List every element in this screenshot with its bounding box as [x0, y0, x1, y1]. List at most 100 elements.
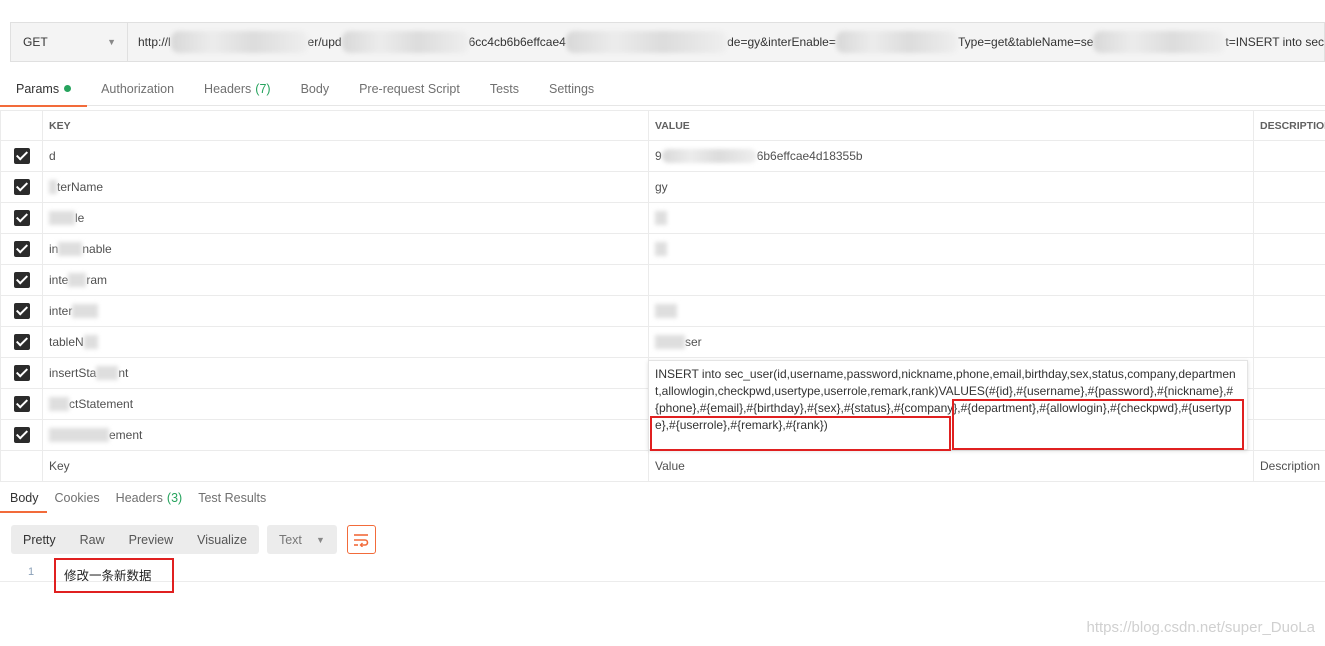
param-key: ement — [109, 427, 143, 442]
value-column-header: VALUE — [648, 110, 1254, 141]
redaction-blur — [565, 31, 728, 53]
tab-response-body[interactable]: Body — [0, 484, 46, 513]
param-row: tableN ser — [0, 326, 1325, 358]
param-description-cell[interactable] — [1253, 357, 1325, 389]
param-row: inte ram — [0, 264, 1325, 296]
redaction-blur — [49, 180, 57, 195]
redaction-blur — [661, 149, 757, 164]
param-key: le — [75, 210, 85, 225]
param-key-cell[interactable]: inter — [42, 295, 649, 327]
param-value-cell[interactable] — [648, 295, 1254, 327]
param-key: terName — [57, 179, 104, 194]
param-key-cell[interactable]: insertSta nt — [42, 357, 649, 389]
param-description-cell[interactable] — [1253, 171, 1325, 203]
checkbox-checked-icon[interactable] — [13, 334, 30, 350]
url-input[interactable]: http://l er/upd 6cc4cb6b6effcae4 de=gy&i… — [128, 23, 1324, 61]
param-row: inter — [0, 295, 1325, 327]
tab-pre-request-script[interactable]: Pre-request Script — [359, 72, 460, 106]
param-value-cell[interactable]: 9 6b6effcae4d18355b — [648, 140, 1254, 172]
tab-cookies[interactable]: Cookies — [55, 484, 100, 512]
param-description-cell[interactable] — [1253, 326, 1325, 358]
redaction-blur — [655, 304, 677, 319]
tab-response-headers[interactable]: Headers (3) — [116, 484, 183, 512]
param-value-cell[interactable] — [648, 264, 1254, 296]
checkbox-checked-icon[interactable] — [13, 365, 30, 381]
params-header-row: KEY VALUE DESCRIPTION — [0, 110, 1325, 141]
tab-count: (3) — [166, 491, 183, 505]
checkbox-checked-icon[interactable] — [13, 210, 30, 226]
param-key-cell[interactable]: in nable — [42, 233, 649, 265]
url-part: er/upd — [307, 35, 342, 49]
view-mode-group: Pretty Raw Preview Visualize — [11, 525, 259, 554]
param-value: 9 — [655, 148, 662, 163]
checkbox-checked-icon[interactable] — [13, 272, 30, 288]
param-description-cell[interactable] — [1253, 140, 1325, 172]
method-select[interactable]: GET ▼ — [11, 23, 128, 61]
checkbox-checked-icon[interactable] — [13, 148, 30, 164]
param-key-cell[interactable]: d — [42, 140, 649, 172]
tab-authorization[interactable]: Authorization — [101, 72, 174, 106]
param-description-cell[interactable] — [1253, 264, 1325, 296]
view-raw-button[interactable]: Raw — [68, 525, 117, 554]
url-part: Type=get&tableName=se — [958, 35, 1094, 49]
param-new-row: Key Value Description — [0, 450, 1325, 482]
tab-settings[interactable]: Settings — [549, 72, 594, 106]
tab-tests[interactable]: Tests — [490, 72, 519, 106]
wrap-lines-button[interactable] — [346, 525, 376, 554]
redaction-blur — [655, 211, 667, 226]
tab-test-results[interactable]: Test Results — [198, 484, 266, 512]
param-description-cell[interactable] — [1253, 202, 1325, 234]
tab-params[interactable]: Params — [0, 72, 88, 107]
view-preview-button[interactable]: Preview — [117, 525, 185, 554]
param-key: in — [49, 241, 59, 256]
param-row: in nable — [0, 233, 1325, 265]
param-key-cell[interactable]: tableN — [42, 326, 649, 358]
param-description-cell[interactable] — [1253, 419, 1325, 451]
param-description-cell[interactable] — [1253, 295, 1325, 327]
checkbox-checked-icon[interactable] — [13, 241, 30, 257]
checkbox-checked-icon[interactable] — [13, 427, 30, 443]
param-value: 6b6effcae4d18355b — [756, 148, 863, 163]
param-description-cell[interactable] — [1253, 388, 1325, 420]
param-row: d 9 6b6effcae4d18355b — [0, 140, 1325, 172]
new-description-input[interactable]: Description — [1253, 450, 1325, 482]
checkbox-checked-icon[interactable] — [13, 303, 30, 319]
tab-label: Body — [300, 81, 330, 96]
param-key-cell[interactable]: terName — [42, 171, 649, 203]
param-value-cell[interactable]: gy — [648, 171, 1254, 203]
redaction-blur — [83, 335, 98, 350]
new-key-input[interactable]: Key — [42, 450, 649, 482]
param-key: tableN — [49, 334, 84, 349]
param-key-cell[interactable]: ctStatement — [42, 388, 649, 420]
tab-headers[interactable]: Headers (7) — [204, 72, 271, 106]
param-key-cell[interactable]: inte ram — [42, 264, 649, 296]
checkbox-checked-icon[interactable] — [13, 179, 30, 195]
request-bar: GET ▼ http://l er/upd 6cc4cb6b6effcae4 d… — [10, 22, 1325, 62]
format-select[interactable]: Text ▼ — [266, 525, 337, 554]
watermark: https://blog.csdn.net/super_DuoLa — [1086, 619, 1316, 636]
chevron-down-icon: ▼ — [107, 37, 116, 47]
tab-label: Body — [10, 491, 39, 505]
param-key-cell[interactable]: ement — [42, 419, 649, 451]
param-value-cell[interactable]: ser — [648, 326, 1254, 358]
description-column-header: DESCRIPTION — [1253, 110, 1325, 141]
param-key: nable — [82, 241, 112, 256]
view-pretty-button[interactable]: Pretty — [11, 525, 68, 554]
view-visualize-button[interactable]: Visualize — [185, 525, 259, 554]
checkbox-checked-icon[interactable] — [13, 396, 30, 412]
param-key-cell[interactable]: le — [42, 202, 649, 234]
request-tabs: Params Authorization Headers (7) Body Pre… — [0, 72, 1325, 107]
param-value-cell[interactable] — [648, 233, 1254, 265]
redaction-blur — [170, 31, 308, 53]
line-number: 1 — [28, 566, 35, 578]
response-body[interactable]: 1 修改一条新数据 — [0, 562, 1325, 583]
redaction-blur — [72, 304, 99, 319]
key-column-header: KEY — [42, 110, 649, 141]
new-value-input[interactable]: Value — [648, 450, 1254, 482]
param-value-cell[interactable] — [648, 202, 1254, 234]
param-description-cell[interactable] — [1253, 233, 1325, 265]
highlight-box — [952, 399, 1244, 450]
tab-body[interactable]: Body — [301, 72, 330, 106]
param-key: inte — [49, 272, 69, 287]
param-key: d — [49, 149, 56, 163]
